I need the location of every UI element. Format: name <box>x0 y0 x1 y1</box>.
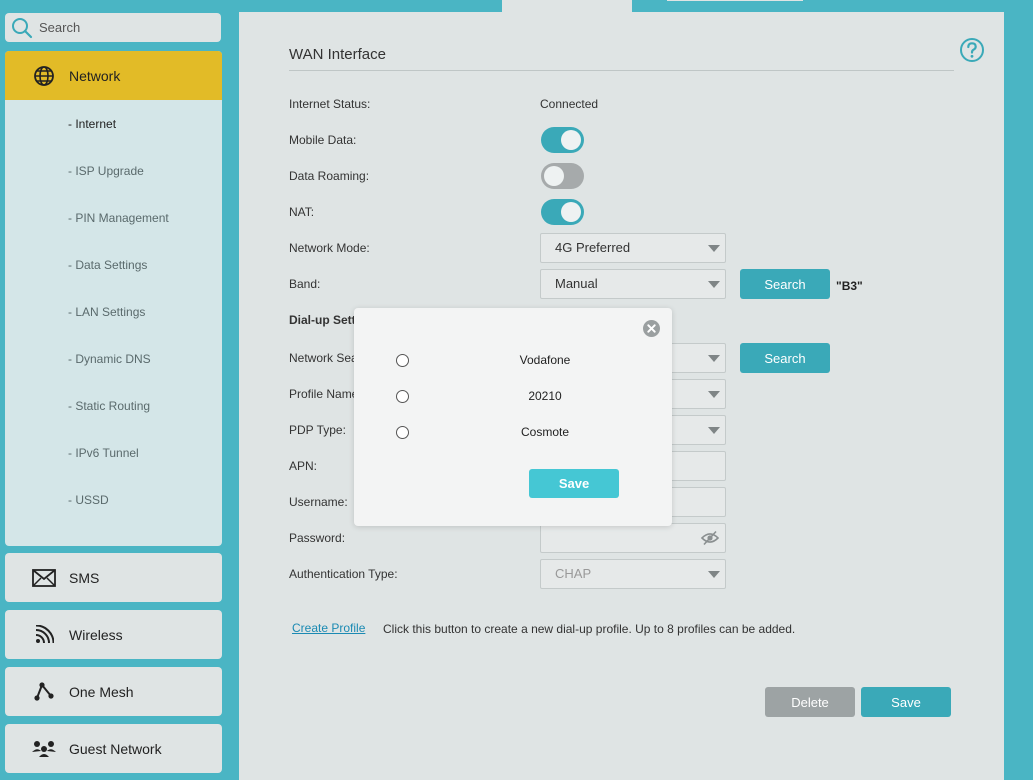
chevron-down-icon <box>708 427 720 434</box>
sidebar-item-label: One Mesh <box>69 683 134 700</box>
sidebar-item-label: Network <box>69 67 121 84</box>
authentication-type-label: Authentication Type: <box>289 567 398 581</box>
top-tab-other[interactable] <box>667 0 803 1</box>
mesh-icon <box>31 679 57 705</box>
sidebar-item-label: Wireless <box>69 626 123 643</box>
save-button[interactable]: Save <box>861 687 951 717</box>
network-mode-select[interactable]: 4G Preferred <box>540 233 726 263</box>
sidebar-item-guest-network[interactable]: Guest Network <box>5 724 222 773</box>
chevron-down-icon <box>708 245 720 252</box>
password-input[interactable] <box>540 523 726 553</box>
sidebar-item-wireless[interactable]: Wireless <box>5 610 222 659</box>
wifi-icon <box>31 622 57 648</box>
selected-band-text: "B3" <box>836 279 863 293</box>
sidebar-subitem-pin-management[interactable]: - PIN Management <box>5 208 222 255</box>
radio-button[interactable] <box>396 425 409 439</box>
network-option-label: Cosmote <box>520 425 570 439</box>
authentication-type-select[interactable]: CHAP <box>540 559 726 589</box>
profile-name-label: Profile Name <box>289 387 359 401</box>
chevron-down-icon <box>708 391 720 398</box>
sidebar-subitem-static-routing[interactable]: - Static Routing <box>5 396 222 443</box>
mobile-data-label: Mobile Data: <box>289 133 357 147</box>
authentication-type-value: CHAP <box>555 566 592 581</box>
page-title: WAN Interface <box>289 46 386 63</box>
network-option-label: 20210 <box>528 389 562 403</box>
sidebar-subitem-data-settings[interactable]: - Data Settings <box>5 255 222 302</box>
create-profile-link[interactable]: Create Profile <box>292 621 365 635</box>
search-input[interactable] <box>39 20 199 35</box>
dialup-settings-heading: Dial-up Sett <box>289 313 356 327</box>
band-label: Band: <box>289 277 321 291</box>
envelope-icon <box>31 565 57 591</box>
title-divider <box>289 70 954 71</box>
sidebar-subitem-dynamic-dns[interactable]: - Dynamic DNS <box>5 349 222 396</box>
create-profile-description: Click this button to create a new dial-u… <box>383 622 796 636</box>
chevron-down-icon <box>708 281 720 288</box>
sidebar-group-network: Network - Internet - ISP Upgrade - PIN M… <box>5 51 222 546</box>
guest-users-icon <box>31 736 57 762</box>
sidebar-subitem-internet[interactable]: - Internet <box>5 114 222 161</box>
network-option[interactable]: Vodafone <box>396 350 636 370</box>
sidebar-item-network[interactable]: Network <box>5 51 222 100</box>
internet-status-value: Connected <box>540 97 599 111</box>
sidebar-subitem-ipv6-tunnel[interactable]: - IPv6 Tunnel <box>5 443 222 490</box>
help-icon[interactable] <box>959 37 985 63</box>
network-option[interactable]: 20210 <box>396 386 636 406</box>
search-icon[interactable] <box>11 17 33 39</box>
internet-status-label: Internet Status: <box>289 97 371 111</box>
modal-save-button[interactable]: Save <box>529 469 619 498</box>
network-select-modal: Vodafone 20210 Cosmote Save <box>354 308 672 526</box>
band-value: Manual <box>555 276 598 291</box>
sidebar-search <box>5 13 221 42</box>
nat-label: NAT: <box>289 205 315 219</box>
sidebar-item-one-mesh[interactable]: One Mesh <box>5 667 222 716</box>
network-search-label: Network Sea <box>289 351 358 365</box>
sidebar-subitem-lan-settings[interactable]: - LAN Settings <box>5 302 222 349</box>
apn-label: APN: <box>289 459 318 473</box>
network-mode-label: Network Mode: <box>289 241 370 255</box>
password-label: Password: <box>289 531 346 545</box>
radio-button[interactable] <box>396 389 409 403</box>
chevron-down-icon <box>708 355 720 362</box>
data-roaming-toggle[interactable] <box>541 163 584 189</box>
close-icon[interactable] <box>643 320 660 337</box>
eye-slash-icon[interactable] <box>701 530 719 546</box>
network-option-label: Vodafone <box>519 353 571 367</box>
top-tab-active[interactable] <box>502 0 632 12</box>
network-search-button[interactable]: Search <box>740 343 830 373</box>
pdp-type-label: PDP Type: <box>289 423 346 437</box>
sidebar-item-sms[interactable]: SMS <box>5 553 222 602</box>
globe-icon <box>31 63 57 89</box>
sidebar-subitem-isp-upgrade[interactable]: - ISP Upgrade <box>5 161 222 208</box>
sidebar-item-label: Guest Network <box>69 740 162 757</box>
chevron-down-icon <box>708 571 720 578</box>
sidebar-subitem-ussd[interactable]: - USSD <box>5 490 222 537</box>
mobile-data-toggle[interactable] <box>541 127 584 153</box>
network-option[interactable]: Cosmote <box>396 422 636 442</box>
band-select[interactable]: Manual <box>540 269 726 299</box>
band-search-button[interactable]: Search <box>740 269 830 299</box>
username-label: Username: <box>289 495 348 509</box>
sidebar-item-label: SMS <box>69 569 100 586</box>
delete-button[interactable]: Delete <box>765 687 855 717</box>
data-roaming-label: Data Roaming: <box>289 169 370 183</box>
nat-toggle[interactable] <box>541 199 584 225</box>
network-submenu: - Internet - ISP Upgrade - PIN Managemen… <box>5 100 222 537</box>
radio-button[interactable] <box>396 353 409 367</box>
network-mode-value: 4G Preferred <box>555 240 631 255</box>
